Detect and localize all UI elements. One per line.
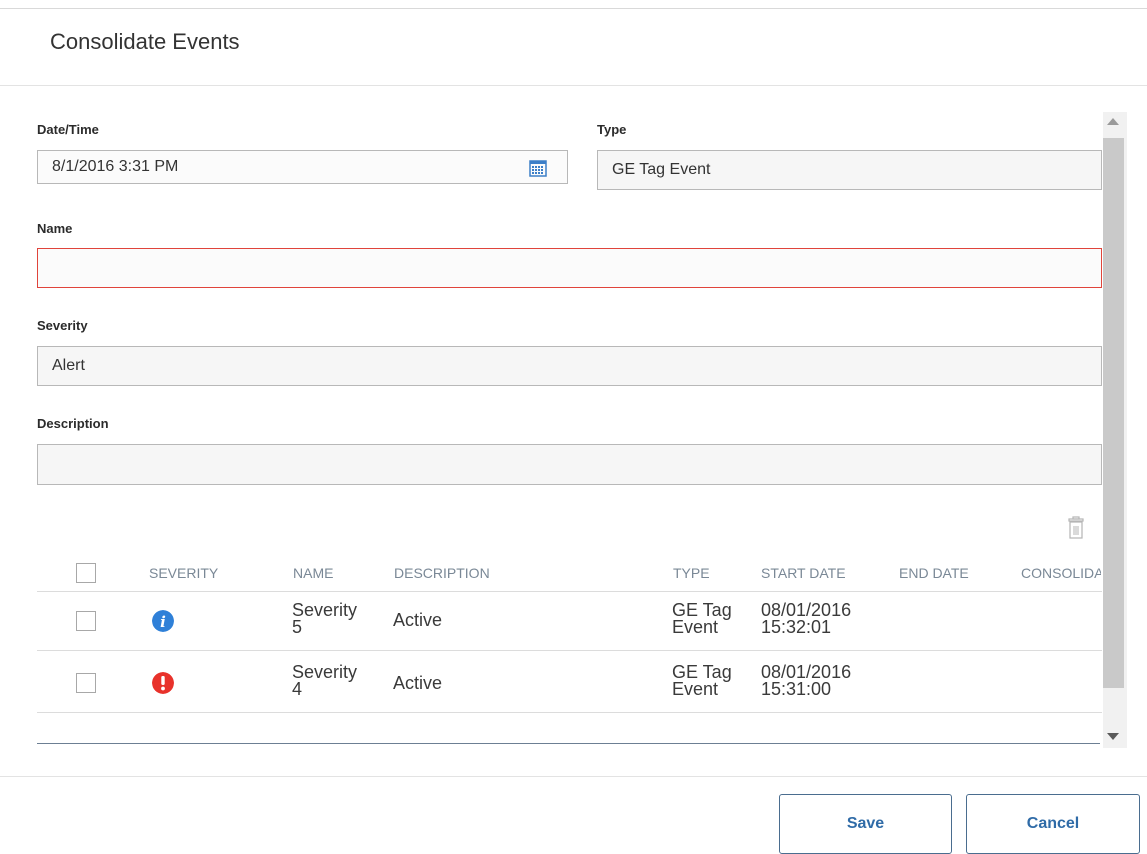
table-bottom-border xyxy=(37,743,1100,744)
severity-label: Severity xyxy=(37,318,88,333)
type-field[interactable]: GE Tag Event xyxy=(597,150,1102,190)
row-type: GE Tag Event xyxy=(672,663,732,699)
column-header-severity[interactable]: SEVERITY xyxy=(149,565,218,581)
trash-icon[interactable] xyxy=(1066,516,1086,540)
type-value: GE Tag Event xyxy=(612,161,711,178)
column-header-consolidated[interactable]: CONSOLIDA xyxy=(1021,565,1101,581)
dialog-title: Consolidate Events xyxy=(50,29,240,54)
row-name: Severity 4 xyxy=(292,663,357,699)
row-type-line2: Event xyxy=(672,679,719,699)
scroll-down-arrow-icon[interactable] xyxy=(1107,733,1119,740)
row-description: Active xyxy=(393,673,443,693)
info-icon: i xyxy=(152,610,174,632)
column-header-start-date[interactable]: START DATE xyxy=(761,565,846,581)
column-header-description[interactable]: DESCRIPTION xyxy=(394,565,490,581)
row-checkbox[interactable] xyxy=(76,673,96,693)
row-divider xyxy=(37,712,1102,713)
severity-value: Alert xyxy=(52,357,85,374)
type-label: Type xyxy=(597,122,627,137)
table-row[interactable] xyxy=(37,592,1102,650)
row-name: Severity 5 xyxy=(292,601,357,637)
column-header-type[interactable]: TYPE xyxy=(673,565,710,581)
save-button[interactable]: Save xyxy=(779,794,952,854)
table-row[interactable] xyxy=(37,651,1102,711)
footer-divider xyxy=(0,776,1147,777)
row-type: GE Tag Event xyxy=(672,601,732,637)
row-type-line2: Event xyxy=(672,617,719,637)
alert-icon xyxy=(152,672,174,694)
scrollbar-thumb[interactable] xyxy=(1103,138,1124,688)
row-description: Active xyxy=(393,610,443,630)
calendar-icon[interactable] xyxy=(529,159,547,177)
row-start-time-line2: 15:32:01 xyxy=(761,617,832,637)
datetime-value: 8/1/2016 3:31 PM xyxy=(52,158,179,175)
name-label: Name xyxy=(37,221,73,236)
name-field[interactable] xyxy=(37,248,1102,288)
select-all-checkbox[interactable] xyxy=(76,563,96,583)
datetime-field[interactable]: 8/1/2016 3:31 PM xyxy=(37,150,568,184)
column-header-name[interactable]: NAME xyxy=(293,565,333,581)
row-start-date: 08/01/2016 15:31:00 xyxy=(761,663,851,699)
description-field[interactable] xyxy=(37,444,1102,485)
header-divider xyxy=(0,85,1147,86)
row-name-line2: 4 xyxy=(292,679,303,699)
svg-text:i: i xyxy=(160,613,166,631)
top-divider xyxy=(0,8,1147,9)
severity-field[interactable]: Alert xyxy=(37,346,1102,386)
row-start-time-line2: 15:31:00 xyxy=(761,679,832,699)
description-label: Description xyxy=(37,416,109,431)
cancel-button[interactable]: Cancel xyxy=(966,794,1140,854)
column-header-end-date[interactable]: END DATE xyxy=(899,565,969,581)
row-checkbox[interactable] xyxy=(76,611,96,631)
row-name-line2: 5 xyxy=(292,617,303,637)
row-start-date: 08/01/2016 15:32:01 xyxy=(761,601,851,637)
datetime-label: Date/Time xyxy=(37,122,99,137)
scroll-up-arrow-icon[interactable] xyxy=(1107,118,1119,125)
